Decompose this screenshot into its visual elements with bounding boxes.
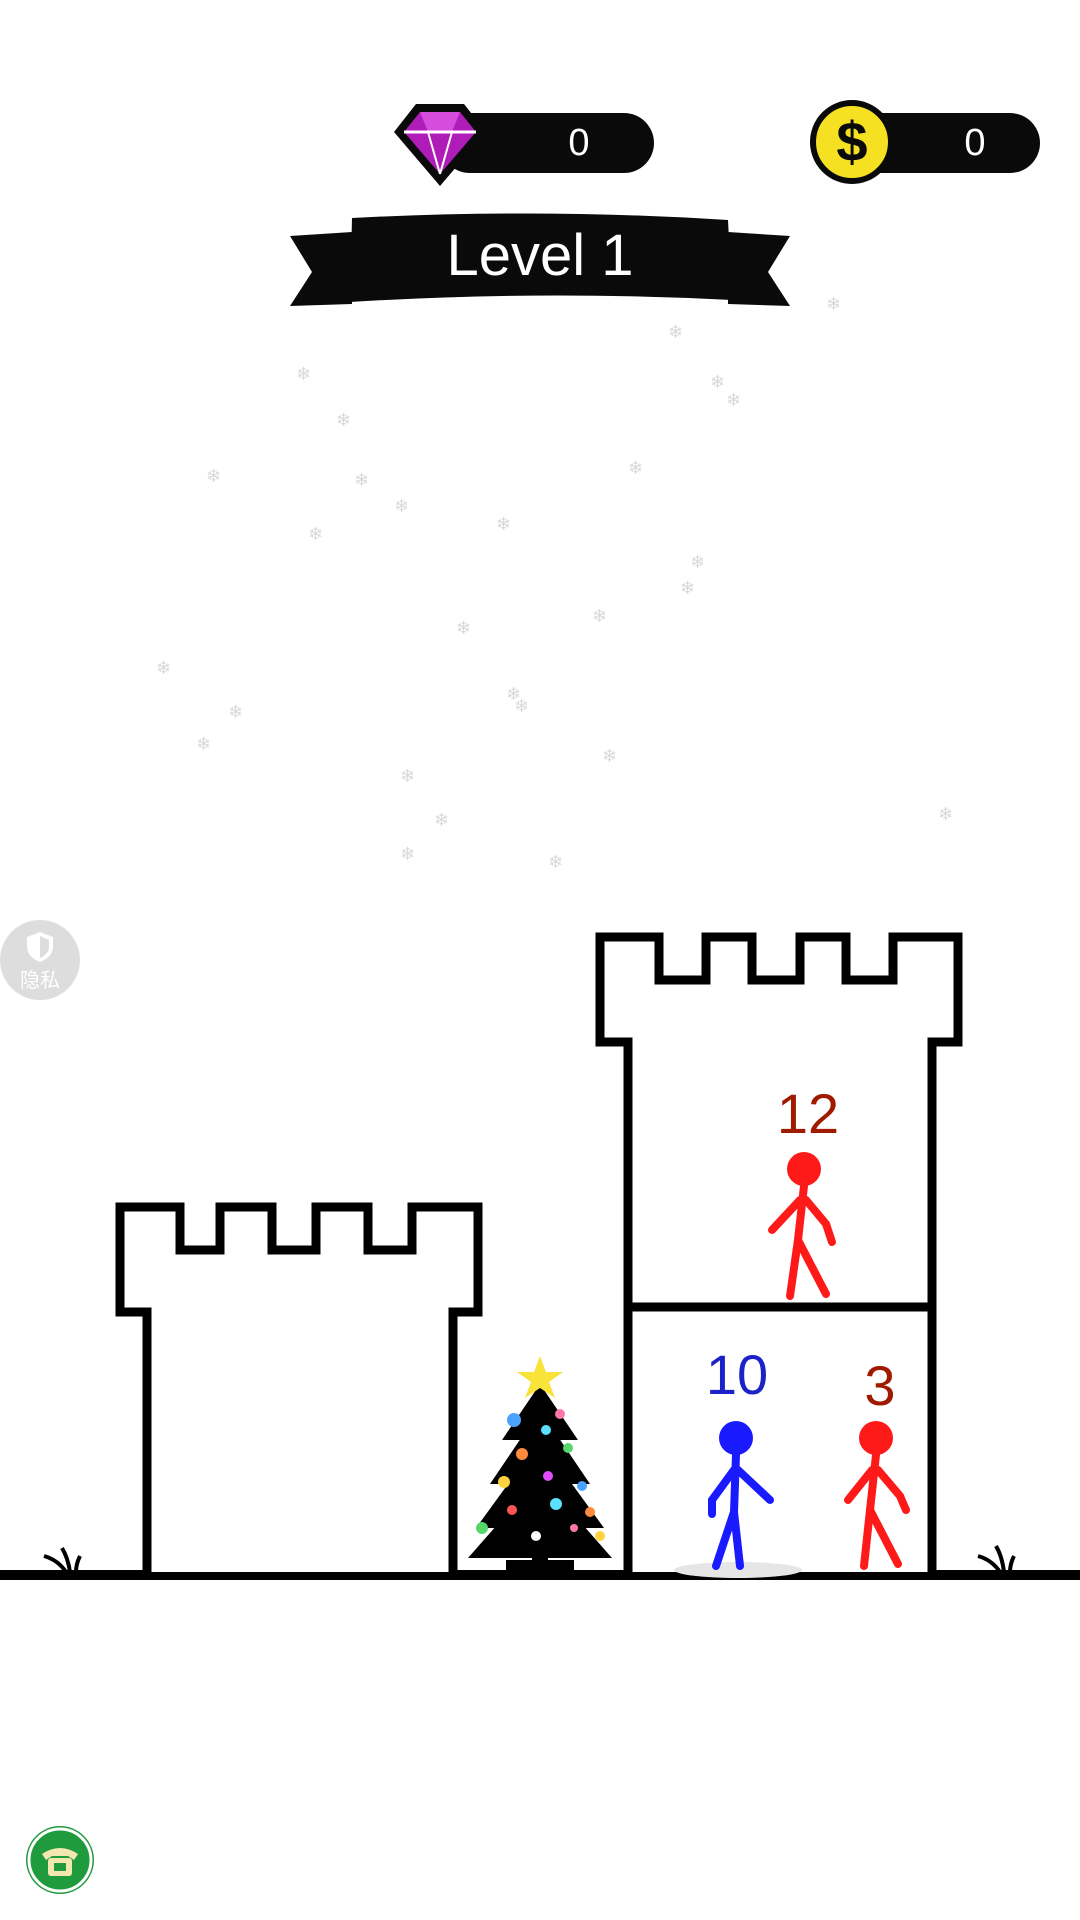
player-power: 10 (705, 1343, 769, 1406)
svg-text:❄: ❄ (548, 852, 563, 873)
shield-icon (27, 932, 53, 962)
svg-text:❄: ❄ (400, 766, 415, 787)
svg-text:❄: ❄ (710, 372, 725, 393)
svg-text:❄: ❄ (668, 322, 683, 343)
coin-symbol: $ (836, 110, 868, 173)
svg-text:❄: ❄ (354, 470, 369, 491)
enemy-bottom-power: 3 (864, 1354, 896, 1417)
svg-text:❄: ❄ (308, 524, 323, 545)
svg-text:❄: ❄ (496, 514, 511, 535)
gem-icon (394, 104, 486, 186)
gem-count: 0 (568, 122, 590, 164)
svg-text:❄: ❄ (196, 734, 211, 755)
privacy-label: 隐私 (20, 968, 60, 992)
svg-text:❄: ❄ (228, 702, 243, 723)
svg-text:❄: ❄ (726, 390, 741, 411)
left-tower[interactable] (115, 1202, 483, 1572)
support-phone-button[interactable] (26, 1826, 94, 1894)
coin-count: 0 (964, 122, 986, 164)
enemy-top-power: 12 (776, 1082, 840, 1145)
christmas-tree-icon (468, 1356, 612, 1570)
svg-text:❄: ❄ (938, 804, 953, 825)
snowfall: ❄❄❄ ❄❄❄ ❄❄❄ ❄❄❄ ❄❄❄ ❄❄❄ ❄❄❄ ❄❄❄ ❄ ❄❄ (156, 294, 953, 873)
svg-text:❄: ❄ (296, 364, 311, 385)
svg-text:❄: ❄ (206, 466, 221, 487)
svg-text:❄: ❄ (602, 746, 617, 767)
level-title: Level 1 (446, 223, 634, 288)
phone-icon (27, 1827, 93, 1893)
privacy-button[interactable]: 隐私 (0, 920, 80, 1000)
svg-text:❄: ❄ (826, 294, 841, 315)
svg-text:❄: ❄ (394, 496, 409, 517)
svg-text:❄: ❄ (434, 810, 449, 831)
svg-text:❄: ❄ (628, 458, 643, 479)
svg-text:❄: ❄ (680, 578, 695, 599)
svg-text:❄: ❄ (592, 606, 607, 627)
svg-text:❄: ❄ (456, 618, 471, 639)
dollar-coin-icon: $ (810, 100, 894, 184)
svg-text:❄: ❄ (400, 844, 415, 865)
svg-text:❄: ❄ (156, 658, 171, 679)
svg-text:❄: ❄ (690, 552, 705, 573)
svg-text:❄: ❄ (336, 410, 351, 431)
right-tower[interactable] (595, 932, 963, 1572)
svg-text:❄: ❄ (514, 696, 529, 717)
